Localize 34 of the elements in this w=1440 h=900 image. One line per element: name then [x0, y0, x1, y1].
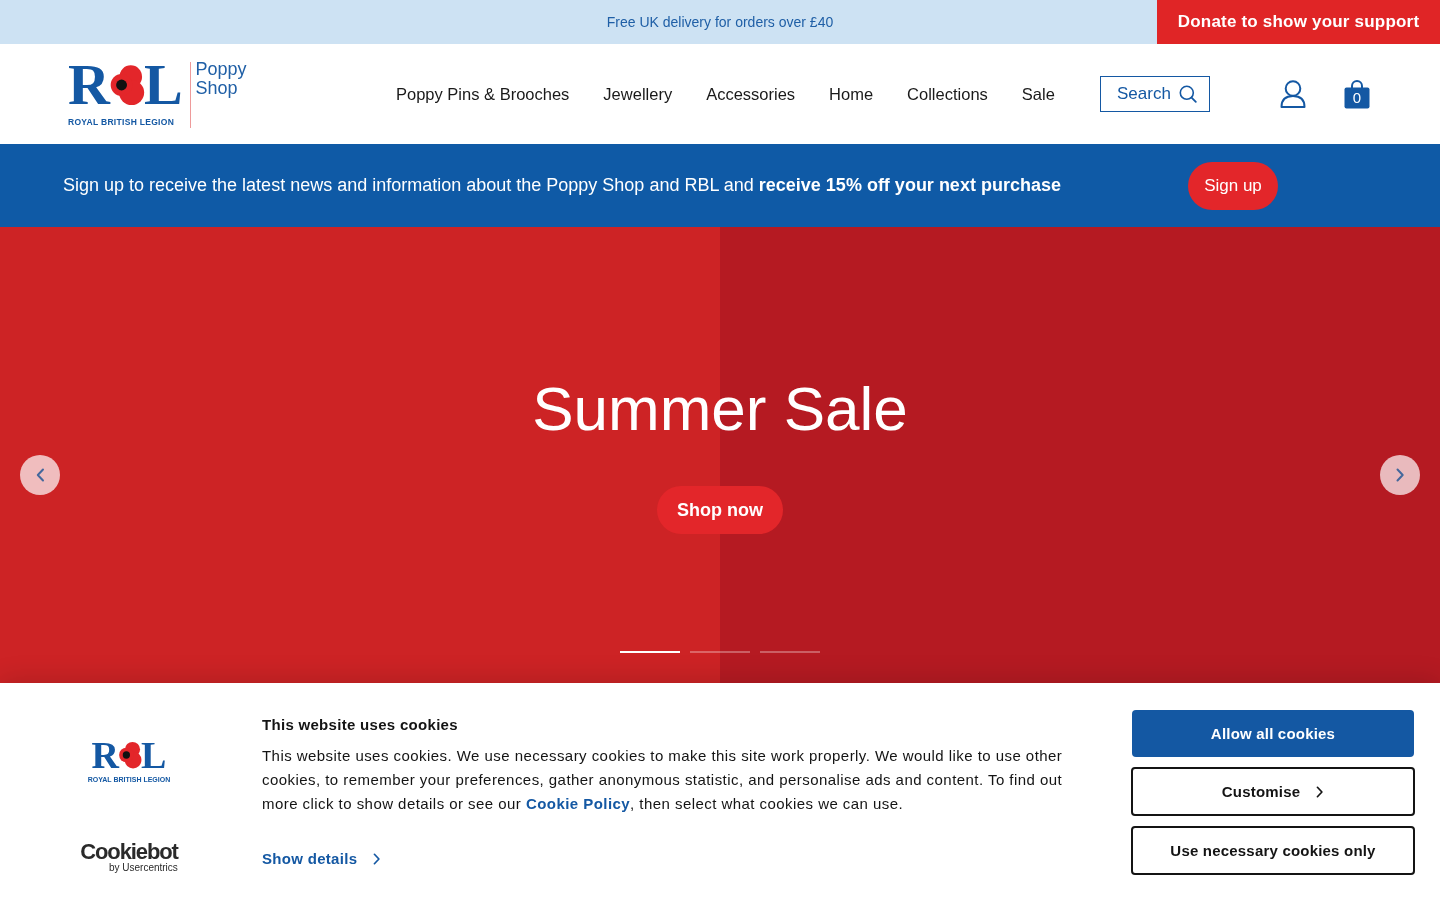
- user-icon: [1280, 80, 1306, 108]
- chevron-right-icon: [373, 853, 382, 865]
- shop-name[interactable]: Poppy Shop: [195, 60, 247, 98]
- chevron-left-icon: [35, 468, 45, 482]
- cookie-button[interactable]: Use necessary cookies only: [1131, 826, 1415, 875]
- chevron-right-icon: [1395, 468, 1405, 482]
- chevron-right-icon: [1316, 785, 1325, 798]
- previous-slide-button[interactable]: [20, 455, 60, 495]
- signup-message: Sign up to receive the latest news and information about the Poppy Shop and RBL and receive 15% off your next purchase: [63, 175, 1061, 196]
- show-details-link[interactable]: Show details: [262, 847, 382, 871]
- nav-link[interactable]: Sale: [1021, 84, 1055, 104]
- cookie-description: This website uses cookies. We use necessary cookies to make this site work properly. We would like to use other cookies, to remember your preferences, gather anonymous statistic, and personalise ads and content. To find out more click to show details or see our Cookie Policy, then select what cookies we can use.: [262, 746, 1064, 814]
- logo[interactable]: R L ROYAL BRITISH LEGION: [68, 60, 183, 128]
- nav-link[interactable]: Home: [829, 84, 874, 104]
- nav-link[interactable]: Collections: [907, 84, 988, 104]
- search-icon: [1179, 85, 1197, 103]
- policy-link[interactable]: Cookie Policy: [525, 795, 631, 812]
- cookie-button[interactable]: Allow all cookies: [1132, 710, 1414, 757]
- nav-link[interactable]: Poppy Pins & Brooches: [396, 84, 570, 104]
- bag-icon: [1344, 79, 1370, 109]
- delivery-message: Free UK delivery for orders over £40: [606, 14, 834, 30]
- next-slide-button[interactable]: [1380, 455, 1420, 495]
- sign-up-button[interactable]: Sign up: [1188, 161, 1278, 210]
- account-button[interactable]: [1280, 80, 1306, 108]
- nav-link[interactable]: Accessories: [706, 84, 796, 104]
- cart-button[interactable]: 0: [1344, 79, 1370, 109]
- cookie-button[interactable]: Customise: [1131, 767, 1415, 816]
- cookie-title: This website uses cookies: [262, 715, 458, 735]
- cookiebot-logo: Cookiebot by Usercentrics: [80, 841, 178, 874]
- search-button[interactable]: Search: [1100, 76, 1210, 112]
- shop-now-button[interactable]: Shop now: [657, 486, 783, 534]
- hero-title: Summer Sale: [532, 373, 908, 445]
- nav-link[interactable]: Jewellery: [603, 84, 673, 104]
- donate-button[interactable]: Donate to show your support: [1157, 0, 1440, 44]
